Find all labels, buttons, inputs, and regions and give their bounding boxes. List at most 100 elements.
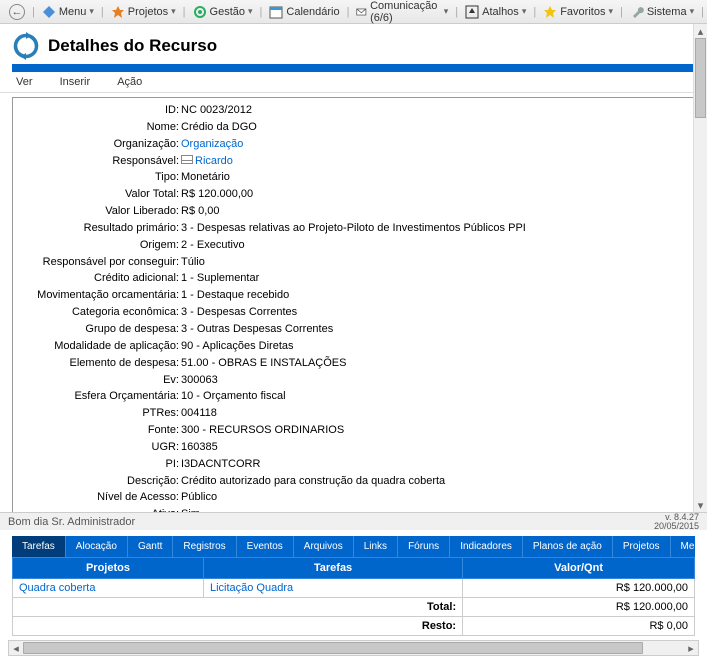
col-projetos: Projetos <box>13 558 204 579</box>
action-menubar: Ver Inserir Ação <box>0 72 707 93</box>
detail-row: Tipo:Monetário <box>21 169 686 186</box>
detail-value: 160385 <box>181 440 686 455</box>
detail-row: Fonte:300 - RECURSOS ORDINARIOS <box>21 422 686 439</box>
detail-label: Grupo de despesa: <box>21 322 181 337</box>
tab-planos-de-ação[interactable]: Planos de ação <box>523 536 613 557</box>
detail-label: PI: <box>21 457 181 472</box>
detail-label: PTRes: <box>21 406 181 421</box>
favoritos-button[interactable]: Favoritos▾ <box>540 4 616 20</box>
projetos-button[interactable]: Projetos▾ <box>108 4 179 20</box>
tab-projetos[interactable]: Projetos <box>613 536 671 557</box>
tarefa-link[interactable]: Licitação Quadra <box>203 579 462 598</box>
detail-label: Tipo: <box>21 170 181 185</box>
acao-menu[interactable]: Ação <box>117 76 142 88</box>
detail-row: Grupo de despesa:3 - Outras Despesas Cor… <box>21 321 686 338</box>
col-tarefas: Tarefas <box>203 558 462 579</box>
detail-row: Organização:Organização <box>21 136 686 153</box>
detail-row: Categoria econômica:3 - Despesas Corrent… <box>21 304 686 321</box>
scroll-up-icon[interactable]: ▴ <box>694 24 707 38</box>
detail-label: ID: <box>21 103 181 118</box>
detail-row: Responsável:Ricardo <box>21 153 686 170</box>
tasks-table: Projetos Tarefas Valor/Qnt Quadra cobert… <box>12 557 695 636</box>
scroll-left-icon[interactable]: ◂ <box>9 641 23 655</box>
detail-label: Organização: <box>21 137 181 152</box>
details-panel: ID:NC 0023/2012Nome:Crédio da DGOOrganiz… <box>12 97 695 528</box>
detail-value: Crédito autorizado para construção da qu… <box>181 474 686 489</box>
detail-row: ID:NC 0023/2012 <box>21 102 686 119</box>
tab-links[interactable]: Links <box>354 536 398 557</box>
arrow-up-icon <box>465 5 479 19</box>
detail-label: Valor Total: <box>21 187 181 202</box>
detail-label: Descrição: <box>21 474 181 489</box>
detail-value: R$ 120.000,00 <box>181 187 686 202</box>
detail-row: PTRes:004118 <box>21 405 686 422</box>
detail-label: Elemento de despesa: <box>21 356 181 371</box>
sistema-button[interactable]: Sistema▾ <box>627 4 697 20</box>
detail-label: Resultado primário: <box>21 221 181 236</box>
table-row: Quadra cobertaLicitação QuadraR$ 120.000… <box>13 579 695 598</box>
tab-arquivos[interactable]: Arquivos <box>294 536 354 557</box>
gestao-button[interactable]: Gestão▾ <box>190 4 256 20</box>
resto-value: R$ 0,00 <box>463 617 695 636</box>
back-button[interactable]: ← <box>6 3 28 21</box>
page-header: Detalhes do Recurso <box>0 24 707 64</box>
detail-value[interactable]: Organização <box>181 137 686 152</box>
calendario-label: Calendário <box>286 6 339 18</box>
calendario-button[interactable]: Calendário <box>266 4 342 20</box>
scroll-right-icon[interactable]: ▸ <box>684 641 698 655</box>
detail-label: Modalidade de aplicação: <box>21 339 181 354</box>
detail-value: 004118 <box>181 406 686 421</box>
scroll-thumb[interactable] <box>23 642 643 654</box>
detail-value: 3 - Outras Despesas Correntes <box>181 322 686 337</box>
detail-label: Valor Liberado: <box>21 204 181 219</box>
detail-value: Público <box>181 490 686 505</box>
detail-label: UGR: <box>21 440 181 455</box>
ver-menu[interactable]: Ver <box>16 76 33 88</box>
tab-gantt[interactable]: Gantt <box>128 536 173 557</box>
tab-mensag[interactable]: Mensag <box>671 536 707 557</box>
tab-indicadores[interactable]: Indicadores <box>450 536 523 557</box>
tabs-bar: TarefasAlocaçãoGanttRegistrosEventosArqu… <box>12 536 695 557</box>
detail-label: Nome: <box>21 120 181 135</box>
chevron-down-icon: ▾ <box>89 6 94 17</box>
detail-value: 10 - Orçamento fiscal <box>181 389 686 404</box>
vertical-scrollbar[interactable]: ▴ ▾ <box>693 24 707 512</box>
page-title: Detalhes do Recurso <box>48 36 217 56</box>
detail-row: Descrição:Crédito autorizado para constr… <box>21 473 686 490</box>
tab-registros[interactable]: Registros <box>173 536 236 557</box>
detail-row: Crédito adicional:1 - Suplementar <box>21 270 686 287</box>
refresh-icon <box>12 32 40 60</box>
scroll-down-icon[interactable]: ▾ <box>694 498 707 512</box>
envelope-icon <box>181 155 193 164</box>
detail-row: Nível de Acesso:Público <box>21 489 686 506</box>
favoritos-label: Favoritos <box>560 6 605 18</box>
detail-value: Crédio da DGO <box>181 120 686 135</box>
detail-label: Nível de Acesso: <box>21 490 181 505</box>
detail-link[interactable]: Organização <box>181 138 243 150</box>
inserir-menu[interactable]: Inserir <box>60 76 91 88</box>
detail-label: Esfera Orçamentária: <box>21 389 181 404</box>
detail-label: Ev: <box>21 373 181 388</box>
menu-button[interactable]: Menu▾ <box>39 4 97 20</box>
comunicacao-label: Comunicação (6/6) <box>370 0 441 24</box>
horizontal-scrollbar[interactable]: ◂ ▸ <box>8 640 699 656</box>
tab-alocação[interactable]: Alocação <box>66 536 128 557</box>
tab-eventos[interactable]: Eventos <box>237 536 294 557</box>
detail-row: Valor Total:R$ 120.000,00 <box>21 186 686 203</box>
resto-label: Resto: <box>13 617 463 636</box>
detail-row: Ev:300063 <box>21 372 686 389</box>
atalhos-button[interactable]: Atalhos▾ <box>462 4 529 20</box>
detail-row: PI:I3DACNTCORR <box>21 456 686 473</box>
tab-tarefas[interactable]: Tarefas <box>12 536 66 557</box>
detail-value: 3 - Despesas relativas ao Projeto-Piloto… <box>181 221 686 236</box>
star-icon <box>111 5 125 19</box>
comunicacao-button[interactable]: Comunicação (6/6)▾ <box>353 0 451 25</box>
detail-value: 3 - Despesas Correntes <box>181 305 686 320</box>
detail-row: Origem:2 - Executivo <box>21 237 686 254</box>
detail-link[interactable]: Ricardo <box>195 155 233 167</box>
tab-fóruns[interactable]: Fóruns <box>398 536 450 557</box>
scroll-thumb-v[interactable] <box>695 38 706 118</box>
projeto-link[interactable]: Quadra coberta <box>13 579 204 598</box>
detail-label: Crédito adicional: <box>21 271 181 286</box>
detail-value[interactable]: Ricardo <box>181 154 686 169</box>
